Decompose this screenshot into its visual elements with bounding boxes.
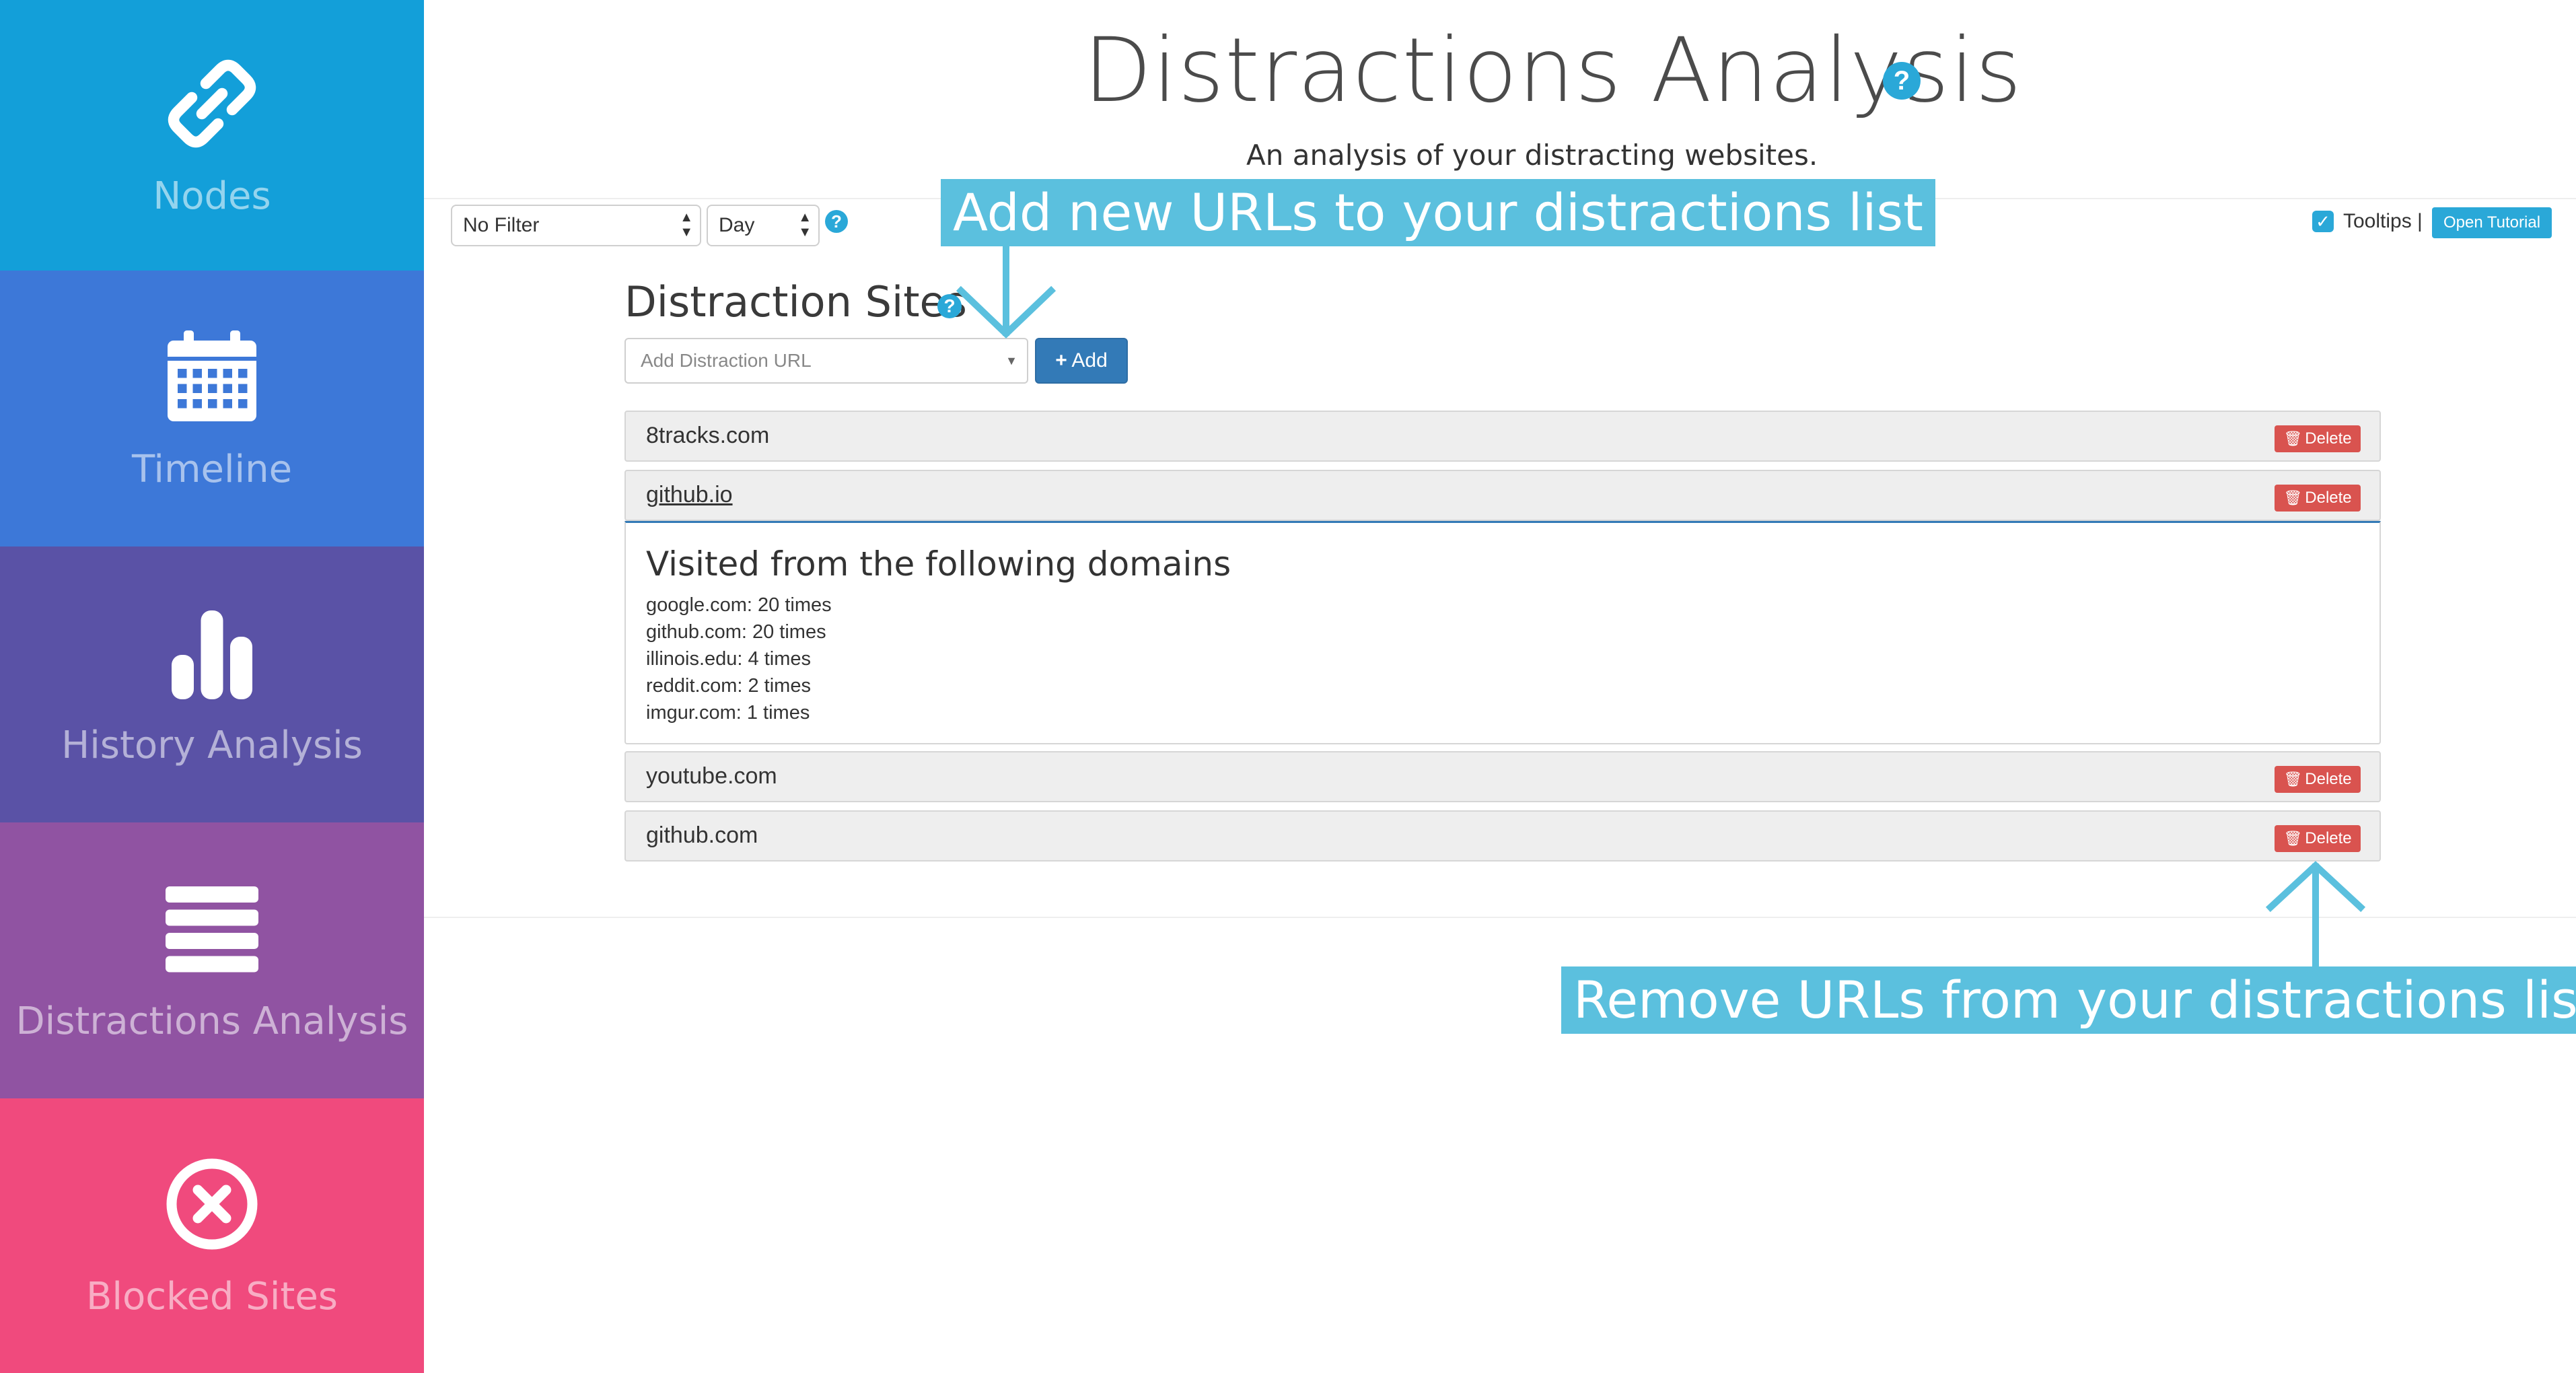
divider [424, 917, 2576, 918]
sidebar-item-label: History Analysis [61, 723, 363, 767]
sidebar: Nodes Timeline History Analysis Distract… [0, 0, 424, 1373]
trash-icon: 🗑 [2283, 430, 2303, 447]
detail-heading: Visited from the following domains [646, 544, 1231, 584]
domain-item: github.com: 20 times [646, 621, 826, 643]
sidebar-item-history-analysis[interactable]: History Analysis [0, 547, 424, 822]
dropdown-caret-icon: ▼ [1005, 354, 1017, 367]
sidebar-item-distractions-analysis[interactable]: Distractions Analysis [0, 822, 424, 1098]
site-name: github.com [646, 822, 758, 848]
site-name: 8tracks.com [646, 423, 770, 448]
sidebar-item-label: Blocked Sites [86, 1274, 338, 1318]
tutorial-callout-add: Add new URLs to your distractions list [941, 179, 1935, 246]
arrow-down-icon [956, 243, 1057, 339]
bar-chart-icon [172, 610, 252, 699]
page-subtitle: An analysis of your distracting websites… [1246, 139, 1818, 172]
sidebar-item-timeline[interactable]: Timeline [0, 271, 424, 547]
trash-icon: 🗑 [2283, 771, 2303, 787]
site-name[interactable]: github.io [646, 482, 733, 508]
delete-button[interactable]: 🗑 Delete [2275, 766, 2361, 793]
list-item[interactable]: youtube.com 🗑 Delete [624, 751, 2381, 802]
section-title: Distraction Sites [624, 277, 967, 326]
sidebar-item-label: Distractions Analysis [15, 999, 408, 1043]
sidebar-item-label: Timeline [131, 447, 293, 491]
delete-button[interactable]: 🗑 Delete [2275, 825, 2361, 852]
link-icon [168, 59, 256, 147]
list-item[interactable]: github.com 🗑 Delete [624, 810, 2381, 861]
delete-button[interactable]: 🗑 Delete [2275, 425, 2361, 452]
arrow-up-icon [2265, 861, 2366, 970]
domain-item: imgur.com: 1 times [646, 702, 810, 724]
page-title: Distractions Analysis [1083, 19, 2023, 122]
trash-icon: 🗑 [2283, 489, 2303, 506]
plus-icon: + [1055, 349, 1067, 372]
sort-arrows-icon: ▲ ▼ [680, 210, 693, 240]
tooltips-checkbox[interactable]: ✓ [2312, 211, 2334, 232]
sidebar-item-blocked-sites[interactable]: Blocked Sites [0, 1098, 424, 1373]
list-item[interactable]: 8tracks.com 🗑 Delete [624, 411, 2381, 462]
block-icon [166, 1158, 258, 1249]
sort-arrows-icon: ▲ ▼ [798, 210, 812, 240]
open-tutorial-button[interactable]: Open Tutorial [2432, 207, 2552, 238]
sidebar-item-nodes[interactable]: Nodes [0, 0, 424, 271]
help-icon[interactable]: ? [825, 210, 848, 233]
add-distraction-url-input[interactable]: Add Distraction URL ▼ [624, 338, 1028, 384]
calendar-icon [168, 330, 256, 421]
tooltips-label: Tooltips | [2343, 210, 2423, 232]
trash-icon: 🗑 [2283, 830, 2303, 847]
delete-button[interactable]: 🗑 Delete [2275, 485, 2361, 512]
help-icon[interactable]: ? [1883, 62, 1921, 100]
add-button[interactable]: + Add [1035, 338, 1128, 384]
sidebar-item-label: Nodes [153, 174, 271, 218]
list-item[interactable]: github.io 🗑 Delete [624, 470, 2381, 521]
site-detail-panel: Visited from the following domains googl… [624, 521, 2381, 744]
list-icon [166, 886, 258, 972]
period-select[interactable]: Day ▲ ▼ [707, 205, 820, 246]
filter-select[interactable]: No Filter ▲ ▼ [451, 205, 701, 246]
site-name: youtube.com [646, 763, 777, 789]
domain-item: google.com: 20 times [646, 594, 832, 616]
domain-item: illinois.edu: 4 times [646, 648, 811, 670]
domain-item: reddit.com: 2 times [646, 675, 811, 697]
tutorial-callout-remove: Remove URLs from your distractions list [1561, 966, 2576, 1034]
domain-list: google.com: 20 times github.com: 20 time… [646, 592, 832, 726]
